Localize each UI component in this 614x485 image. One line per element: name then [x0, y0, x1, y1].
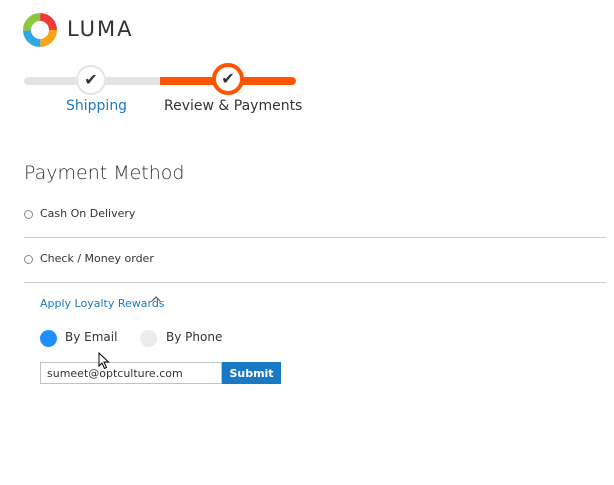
by-email-radio[interactable] — [40, 330, 57, 347]
cash-on-delivery-label[interactable]: Cash On Delivery — [40, 207, 135, 220]
step-shipping-link[interactable]: Shipping — [66, 98, 127, 114]
mouse-pointer-icon — [98, 351, 110, 370]
payment-method-title: Payment Method — [24, 162, 185, 184]
submit-button[interactable]: Submit — [222, 362, 281, 384]
brand-name: LUMA — [67, 17, 134, 41]
check-money-order-label[interactable]: Check / Money order — [40, 252, 154, 265]
by-phone-radio[interactable] — [140, 330, 157, 347]
divider — [24, 282, 606, 283]
divider — [24, 237, 606, 238]
loyalty-email-input[interactable] — [40, 362, 222, 384]
apply-loyalty-rewards-toggle[interactable]: Apply Loyalty Rewards — [40, 297, 165, 310]
checkmark-icon: ✔ — [221, 69, 235, 88]
luma-logo-icon[interactable] — [23, 13, 57, 47]
step-shipping-marker[interactable]: ✔ — [76, 65, 106, 95]
check-money-order-radio[interactable] — [24, 255, 33, 264]
step-review-payments-marker: ✔ — [212, 63, 244, 95]
by-phone-label[interactable]: By Phone — [166, 330, 222, 344]
cash-on-delivery-radio[interactable] — [24, 210, 33, 219]
step-review-payments-label: Review & Payments — [164, 98, 303, 114]
checkmark-icon: ✔ — [84, 70, 98, 89]
by-email-label[interactable]: By Email — [65, 330, 117, 344]
chevron-up-icon[interactable] — [150, 293, 162, 309]
